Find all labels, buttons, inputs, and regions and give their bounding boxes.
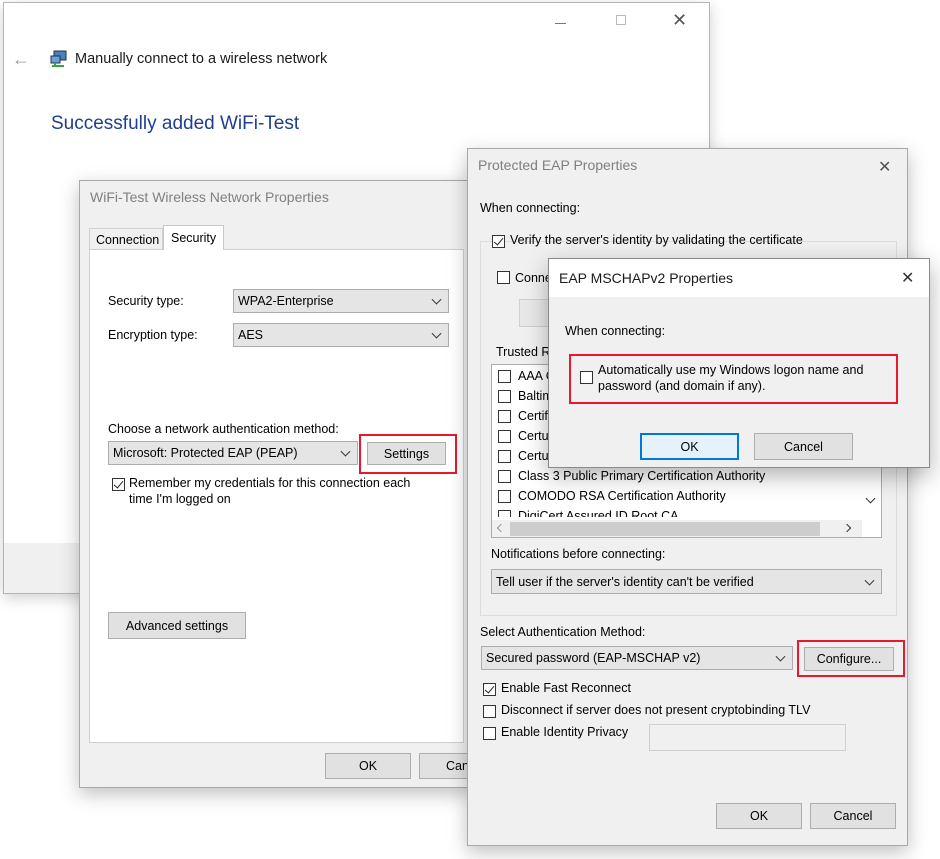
encryption-type-select[interactable]: AES bbox=[233, 323, 449, 347]
fast-reconnect-checkbox[interactable] bbox=[483, 683, 496, 696]
list-item-checkbox[interactable] bbox=[498, 410, 511, 423]
remember-line2: time I'm logged on bbox=[129, 492, 231, 506]
horizontal-scroll-thumb[interactable] bbox=[510, 522, 820, 536]
identity-privacy-checkbox[interactable] bbox=[483, 727, 496, 740]
auto-logon-highlight bbox=[569, 354, 898, 404]
mschap-title: EAP MSCHAPv2 Properties bbox=[559, 270, 734, 286]
list-item-checkbox[interactable] bbox=[498, 490, 511, 503]
notifications-select[interactable]: Tell user if the server's identity can't… bbox=[491, 569, 882, 594]
scroll-right-icon[interactable] bbox=[842, 523, 852, 533]
close-icon[interactable]: ✕ bbox=[672, 11, 687, 29]
chevron-down-icon bbox=[864, 575, 875, 586]
auth-method-label: Choose a network authentication method: bbox=[108, 422, 339, 436]
list-item-checkbox[interactable] bbox=[498, 510, 511, 517]
mschap-when-connecting: When connecting: bbox=[565, 324, 666, 338]
security-type-label: Security type: bbox=[108, 294, 184, 308]
back-arrow-icon[interactable]: ← bbox=[12, 49, 30, 70]
settings-highlight bbox=[359, 434, 457, 474]
verify-identity-label: Verify the server's identity by validati… bbox=[510, 233, 803, 247]
peap-ok-button[interactable]: OK bbox=[716, 803, 802, 829]
list-item-checkbox[interactable] bbox=[498, 430, 511, 443]
props-ok-button[interactable]: OK bbox=[325, 753, 411, 779]
list-item-checkbox[interactable] bbox=[498, 450, 511, 463]
fast-reconnect-label: Enable Fast Reconnect bbox=[501, 681, 631, 695]
peap-title: Protected EAP Properties bbox=[478, 157, 638, 173]
scroll-left-icon[interactable] bbox=[496, 523, 506, 533]
tab-connection-label: Connection bbox=[96, 233, 160, 247]
verify-identity-checkbox[interactable] bbox=[492, 235, 505, 248]
auth-method-value: Secured password (EAP-MSCHAP v2) bbox=[486, 651, 701, 665]
disconnect-tlv-label: Disconnect if server does not present cr… bbox=[501, 703, 811, 717]
mschap-properties-window: EAP MSCHAPv2 Properties ✕ When connectin… bbox=[548, 258, 930, 468]
chevron-down-icon bbox=[431, 294, 442, 305]
network-properties-window: WiFi-Test Wireless Network Properties Co… bbox=[79, 180, 479, 788]
network-icon bbox=[50, 49, 68, 67]
remember-line1: Remember my credentials for this connect… bbox=[129, 476, 411, 490]
list-item-label: Certu bbox=[518, 429, 549, 443]
auth-method-value: Microsoft: Protected EAP (PEAP) bbox=[113, 446, 298, 460]
minimize-icon[interactable] bbox=[555, 23, 566, 24]
list-item-checkbox[interactable] bbox=[498, 370, 511, 383]
list-item[interactable]: COMODO RSA Certification Authority bbox=[492, 487, 862, 507]
mschap-ok-button[interactable]: OK bbox=[640, 433, 739, 460]
auth-method-select[interactable]: Microsoft: Protected EAP (PEAP) bbox=[108, 441, 358, 465]
mschap-cancel-button[interactable]: Cancel bbox=[754, 433, 853, 460]
advanced-settings-button[interactable]: Advanced settings bbox=[108, 612, 246, 639]
list-item-label: Certif bbox=[518, 409, 548, 423]
remember-credentials-checkbox[interactable] bbox=[112, 478, 125, 491]
horizontal-scrollbar[interactable] bbox=[492, 520, 862, 537]
chevron-down-icon bbox=[431, 328, 442, 339]
wizard-heading: Successfully added WiFi-Test bbox=[51, 113, 300, 134]
identity-privacy-input[interactable] bbox=[649, 724, 846, 751]
close-icon[interactable]: ✕ bbox=[878, 157, 891, 177]
peap-when-connecting: When connecting: bbox=[480, 201, 581, 215]
disconnect-tlv-checkbox[interactable] bbox=[483, 705, 496, 718]
list-item-label: COMODO RSA Certification Authority bbox=[518, 489, 726, 503]
encryption-type-value: AES bbox=[238, 328, 264, 342]
auth-method-select[interactable]: Secured password (EAP-MSCHAP v2) bbox=[481, 646, 793, 670]
wizard-title: Manually connect to a wireless network bbox=[75, 51, 328, 67]
identity-privacy-label: Enable Identity Privacy bbox=[501, 725, 629, 739]
chevron-down-icon bbox=[775, 651, 786, 662]
list-item-label: Class 3 Public Primary Certification Aut… bbox=[518, 469, 766, 483]
list-item-label: DigiCert Assured ID Root CA bbox=[518, 509, 679, 517]
scroll-down-icon[interactable] bbox=[865, 493, 876, 504]
list-item[interactable]: DigiCert Assured ID Root CA bbox=[492, 507, 862, 517]
props-title: WiFi-Test Wireless Network Properties bbox=[90, 189, 329, 205]
list-item-checkbox[interactable] bbox=[498, 390, 511, 403]
close-icon[interactable]: ✕ bbox=[901, 268, 914, 288]
connect-servers-label: Conne bbox=[515, 271, 552, 285]
tab-security-label: Security bbox=[171, 231, 217, 245]
trusted-ca-label: Trusted R bbox=[496, 345, 551, 359]
list-item-label: Certu bbox=[518, 449, 549, 463]
mschap-titlebar: EAP MSCHAPv2 Properties ✕ bbox=[549, 259, 929, 297]
security-type-value: WPA2-Enterprise bbox=[238, 294, 334, 308]
notifications-label: Notifications before connecting: bbox=[491, 547, 666, 561]
chevron-down-icon bbox=[340, 446, 351, 457]
configure-highlight bbox=[797, 640, 905, 677]
peap-cancel-button[interactable]: Cancel bbox=[810, 803, 896, 829]
peap-properties-window: Protected EAP Properties ✕ When connecti… bbox=[467, 148, 908, 846]
security-type-select[interactable]: WPA2-Enterprise bbox=[233, 289, 449, 313]
maximize-icon[interactable] bbox=[616, 15, 626, 25]
list-item-checkbox[interactable] bbox=[498, 470, 511, 483]
notifications-value: Tell user if the server's identity can't… bbox=[496, 574, 754, 589]
tab-connection[interactable]: Connection bbox=[89, 228, 163, 249]
select-method-label: Select Authentication Method: bbox=[480, 625, 646, 639]
connect-servers-checkbox[interactable] bbox=[497, 271, 510, 284]
list-item[interactable]: Class 3 Public Primary Certification Aut… bbox=[492, 467, 862, 487]
encryption-type-label: Encryption type: bbox=[108, 328, 198, 342]
tab-security[interactable]: Security bbox=[163, 225, 224, 250]
